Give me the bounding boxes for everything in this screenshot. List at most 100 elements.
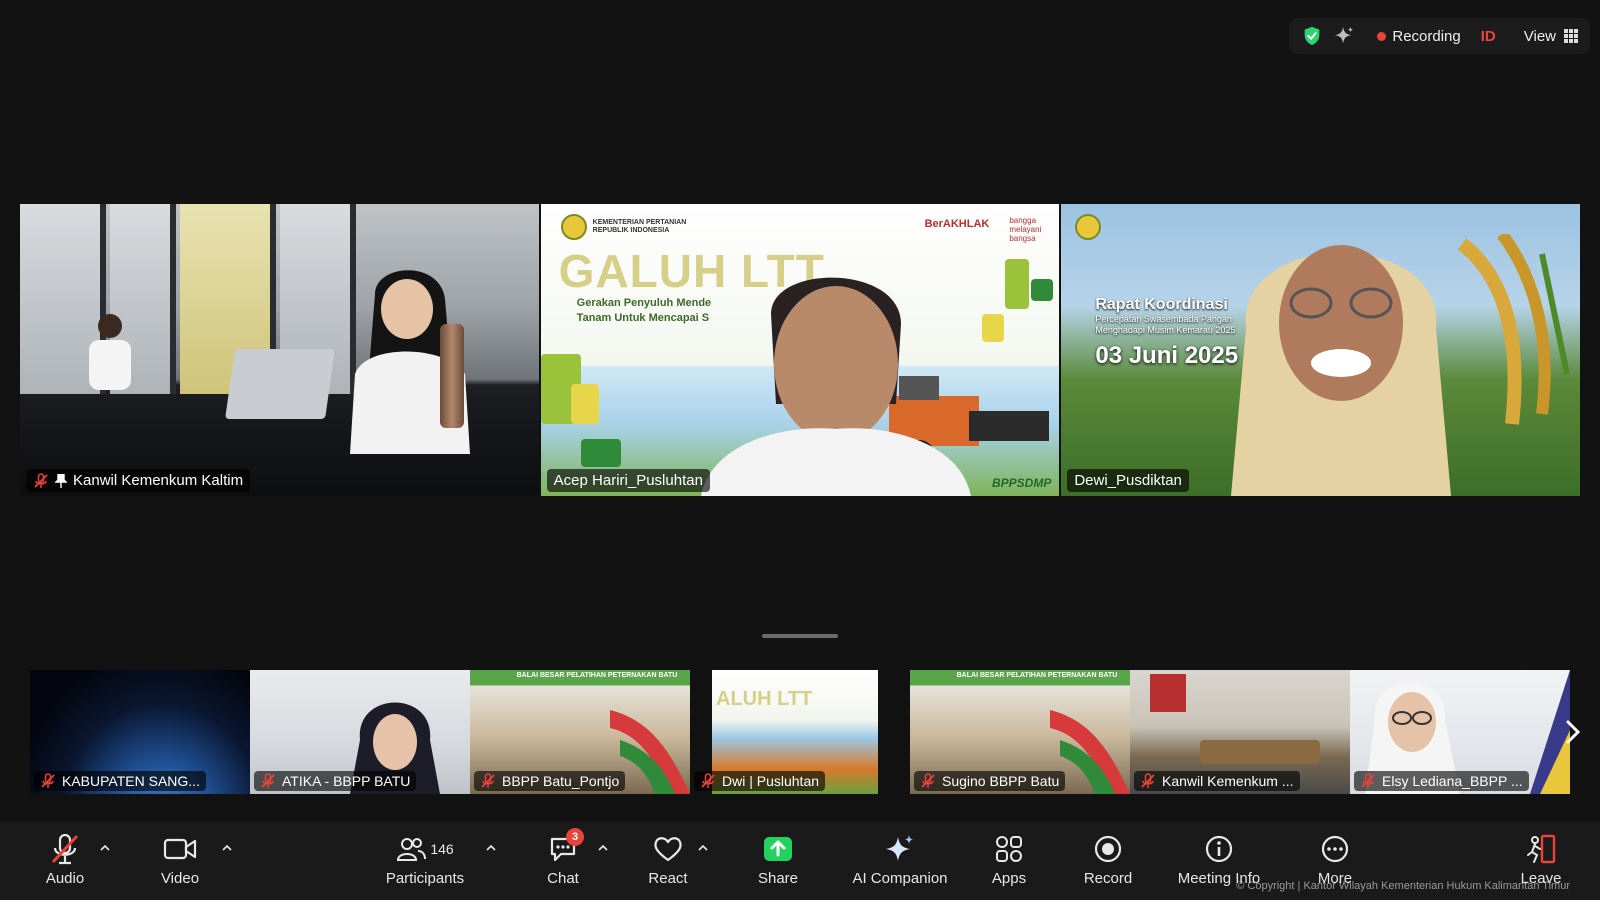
- participant-name: BBPP Batu_Pontjo: [502, 773, 620, 789]
- thumbnail-slide-title: ALUH LTT: [716, 688, 813, 710]
- muted-mic-icon: [481, 773, 495, 788]
- thumbnail-tile[interactable]: Elsy Lediana_BBPP ...: [1350, 670, 1570, 794]
- pin-icon: [55, 473, 67, 488]
- id-badge[interactable]: ID: [1481, 28, 1496, 45]
- participant-name-tag: Elsy Lediana_BBPP ...: [1354, 771, 1529, 791]
- audio-button[interactable]: Audio: [40, 832, 90, 894]
- thumbnail-tile[interactable]: BALAI BESAR PELATIHAN PETERNAKAN BATU Su…: [910, 670, 1130, 794]
- participant-name-tag: BBPP Batu_Pontjo: [474, 771, 626, 791]
- rapat-subtitle: Percepatan Swasembada Pangan Menghadapi …: [1095, 314, 1236, 335]
- participant-name-tag: Acep Hariri_Pusluhtan: [546, 469, 710, 492]
- chat-button[interactable]: 3 Chat: [538, 828, 588, 894]
- meeting-toolbar: Audio Video 146 Participants 3 Chat Reac…: [0, 822, 1600, 900]
- thermos-bottle: [440, 324, 464, 428]
- record-label: Record: [1083, 870, 1133, 887]
- gallery-resize-handle[interactable]: [762, 634, 838, 638]
- bppsdmp-logo: BPPSDMP: [992, 476, 1052, 490]
- grid-icon: [1564, 29, 1578, 43]
- ministry-logo-icon: [560, 214, 587, 240]
- slide-subtitle: Gerakan Penyuluh Mende Tanam Untuk Menca…: [576, 297, 712, 324]
- ai-sparkle-icon[interactable]: [1333, 25, 1355, 47]
- muted-mic-icon: [261, 773, 275, 788]
- recording-dot-icon: [1377, 31, 1387, 41]
- thumbnail-tile[interactable]: Kanwil Kemenkum ...: [1130, 670, 1350, 794]
- ai-companion-label: AI Companion: [852, 870, 948, 887]
- audio-label: Audio: [45, 870, 85, 887]
- muted-mic-icon: [34, 472, 48, 488]
- video-tile-dewi-pusdiktan[interactable]: Rapat Koordinasi Percepatan Swasembada P…: [1061, 204, 1581, 496]
- share-screen-icon: [764, 837, 792, 861]
- participants-button[interactable]: 146 Participants: [380, 832, 470, 894]
- participant-name: Kanwil Kemenkum Kaltim: [73, 472, 244, 489]
- participant-name: Elsy Lediana_BBPP ...: [1382, 773, 1523, 789]
- view-button[interactable]: View: [1524, 28, 1578, 45]
- chat-unread-badge: 3: [566, 828, 584, 846]
- participants-icon: [397, 838, 427, 861]
- office-video-feed: [20, 204, 539, 496]
- participants-options-chevron-icon[interactable]: [486, 844, 496, 852]
- muted-mic-icon: [41, 773, 55, 788]
- audio-options-chevron-icon[interactable]: [100, 844, 110, 852]
- video-button[interactable]: Video: [155, 832, 205, 894]
- participant-name: Kanwil Kemenkum ...: [1162, 773, 1294, 789]
- recording-indicator[interactable]: Recording: [1377, 27, 1461, 45]
- bangga-melayani-logo: bangga melayani bangsa: [1009, 216, 1042, 243]
- muted-mic-icon: [1141, 773, 1155, 788]
- heart-icon: [654, 837, 682, 862]
- record-button[interactable]: Record: [1083, 832, 1133, 894]
- chevron-right-icon[interactable]: [1562, 718, 1584, 746]
- person-in-background: [89, 314, 131, 390]
- apps-label: Apps: [991, 870, 1027, 887]
- video-options-chevron-icon[interactable]: [222, 844, 232, 852]
- participant-name-tag: KABUPATEN SANG...: [34, 771, 206, 791]
- laptop: [225, 349, 335, 419]
- rapat-date: 03 Juni 2025: [1095, 342, 1239, 369]
- share-label: Share: [757, 870, 799, 887]
- ai-companion-sparkle-icon: [886, 835, 913, 861]
- gallery-main-row: Kanwil Kemenkum Kaltim KEMENTERIAN PERTA…: [20, 204, 1581, 496]
- video-camera-icon: [163, 838, 197, 860]
- video-label: Video: [160, 870, 200, 887]
- thumbnail-tile[interactable]: KABUPATEN SANG...: [30, 670, 250, 794]
- presenter-acep: [700, 277, 971, 496]
- share-button[interactable]: Share: [753, 832, 803, 894]
- participant-name-tag: Sugino BBPP Batu: [914, 771, 1066, 791]
- participants-label: Participants: [385, 870, 465, 887]
- thumbnail-tile[interactable]: BALAI BESAR PELATIHAN PETERNAKAN BATU BB…: [470, 670, 690, 794]
- thumbnail-tile[interactable]: ALUH LTT Dwi | Pusluhtan: [690, 670, 910, 794]
- view-label: View: [1523, 27, 1556, 45]
- encryption-shield-icon[interactable]: [1301, 25, 1323, 47]
- react-button[interactable]: React: [643, 832, 693, 894]
- wall-banner: [1150, 674, 1186, 712]
- chat-label: Chat: [547, 870, 579, 887]
- info-icon: [1205, 835, 1233, 863]
- apps-icon: [996, 836, 1022, 862]
- meeting-status-bar: Recording ID View: [1289, 18, 1590, 54]
- apps-button[interactable]: Apps: [984, 832, 1034, 894]
- berakhlak-logo: BerAKHLAK: [924, 218, 990, 230]
- video-tile-kanwil-kaltim[interactable]: Kanwil Kemenkum Kaltim: [20, 204, 539, 496]
- rapat-info-box: Rapat Koordinasi Percepatan Swasembada P…: [1095, 296, 1238, 370]
- muted-mic-icon: [921, 773, 935, 788]
- participant-name-tag: Dewi_Pusdiktan: [1067, 469, 1189, 492]
- react-options-chevron-icon[interactable]: [698, 844, 708, 852]
- participant-name: Acep Hariri_Pusluhtan: [553, 472, 703, 489]
- video-tile-acep-hariri[interactable]: KEMENTERIAN PERTANIAN REPUBLIK INDONESIA…: [540, 204, 1060, 496]
- rapat-title: Rapat Koordinasi: [1095, 296, 1228, 313]
- participant-name: Dwi | Pusluhtan: [722, 773, 820, 789]
- chat-options-chevron-icon[interactable]: [598, 844, 608, 852]
- thumbnail-banner: BALAI BESAR PELATIHAN PETERNAKAN BATU: [956, 672, 1118, 679]
- zoom-meeting-window: Recording ID View Kanwil Kemenkum Kaltim…: [0, 0, 1600, 900]
- ai-companion-button[interactable]: AI Companion: [848, 832, 952, 894]
- thumbnail-strip: KABUPATEN SANG... ATIKA - BBPP BATU BALA…: [30, 670, 1570, 794]
- recording-label: Recording: [1392, 27, 1461, 45]
- participant-name-tag: ATIKA - BBPP BATU: [254, 771, 417, 791]
- participant-name: ATIKA - BBPP BATU: [282, 773, 411, 789]
- slide-org-line: REPUBLIK INDONESIA: [592, 227, 670, 234]
- participant-name: Sugino BBPP Batu: [942, 773, 1060, 789]
- participant-name: KABUPATEN SANG...: [62, 773, 200, 789]
- ministry-logo-icon: [1075, 214, 1102, 240]
- thumbnail-tile[interactable]: ATIKA - BBPP BATU: [250, 670, 470, 794]
- muted-mic-icon: [51, 833, 79, 865]
- participant-name-tag: Dwi | Pusluhtan: [694, 771, 826, 791]
